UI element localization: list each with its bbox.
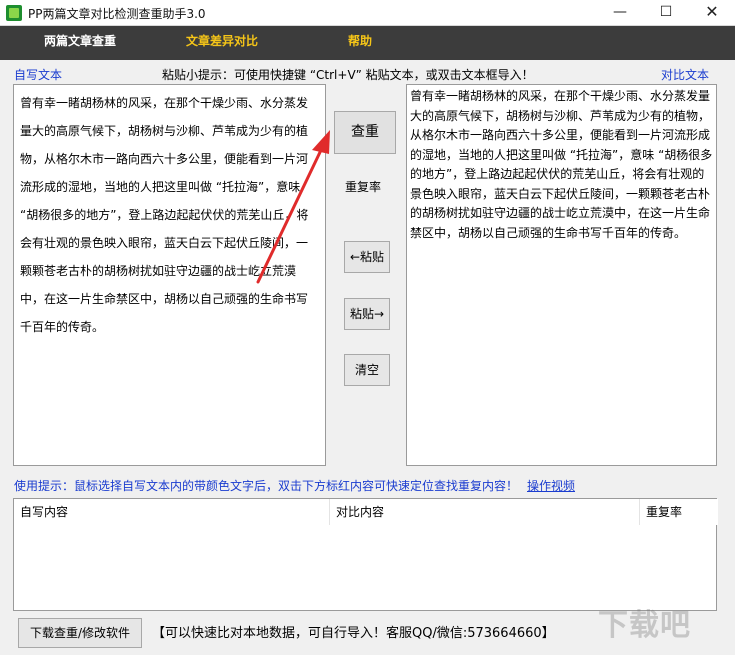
watermark-logo: 下载吧	[598, 608, 691, 643]
column-header-self-content[interactable]: 自写内容	[14, 499, 330, 525]
app-icon	[6, 5, 22, 21]
usage-tip: 使用提示：鼠标选择自写文本内的带颜色文字后，双击下方标红内容可快速定位查找重复内…	[14, 479, 519, 493]
repeat-rate-label: 重复率	[345, 180, 382, 194]
menu-bar: 两篇文章查重 文章差异对比 帮助	[0, 26, 735, 60]
menu-item-article-check[interactable]: 两篇文章查重	[44, 26, 116, 60]
minimize-button[interactable]: —	[597, 0, 643, 26]
maximize-button[interactable]: ☐	[643, 0, 689, 26]
compare-text-area[interactable]: 曾有幸一睹胡杨林的风采，在那个干燥少雨、水分蒸发量大的高原气候下，胡杨树与沙柳、…	[406, 84, 717, 466]
window-title: PP两篇文章对比检测查重助手3.0	[28, 7, 206, 21]
menu-item-help[interactable]: 帮助	[348, 26, 372, 60]
column-header-compare-content[interactable]: 对比内容	[330, 499, 640, 525]
result-table[interactable]: 自写内容 对比内容 重复率	[13, 498, 718, 611]
check-button[interactable]: 查重	[334, 111, 396, 154]
paste-left-button[interactable]: ←粘贴	[344, 241, 390, 273]
download-button[interactable]: 下载查重/修改软件	[18, 618, 142, 648]
compare-text-label: 对比文本	[661, 68, 710, 82]
column-header-repeat-rate[interactable]: 重复率	[640, 499, 718, 525]
self-text-area[interactable]: 曾有幸一睹胡杨林的风采，在那个干燥少雨、水分蒸发量大的高原气候下，胡杨树与沙柳、…	[13, 84, 326, 466]
clear-button[interactable]: 清空	[344, 354, 390, 386]
menu-item-diff-compare[interactable]: 文章差异对比	[186, 26, 258, 60]
close-button[interactable]: ✕	[689, 0, 735, 26]
video-link[interactable]: 操作视频	[527, 477, 575, 494]
paste-right-button[interactable]: 粘贴→	[344, 298, 390, 330]
service-info: 【可以快速比对本地数据，可自行导入！客服QQ/微信:573664660】	[152, 626, 555, 641]
paste-tip: 粘贴小提示：可使用快捷键 “Ctrl+V” 粘贴文本，或双击文本框导入！	[162, 68, 534, 82]
title-bar: PP两篇文章对比检测查重助手3.0 — ☐ ✕	[0, 0, 735, 26]
self-text-label: 自写文本	[14, 68, 63, 82]
